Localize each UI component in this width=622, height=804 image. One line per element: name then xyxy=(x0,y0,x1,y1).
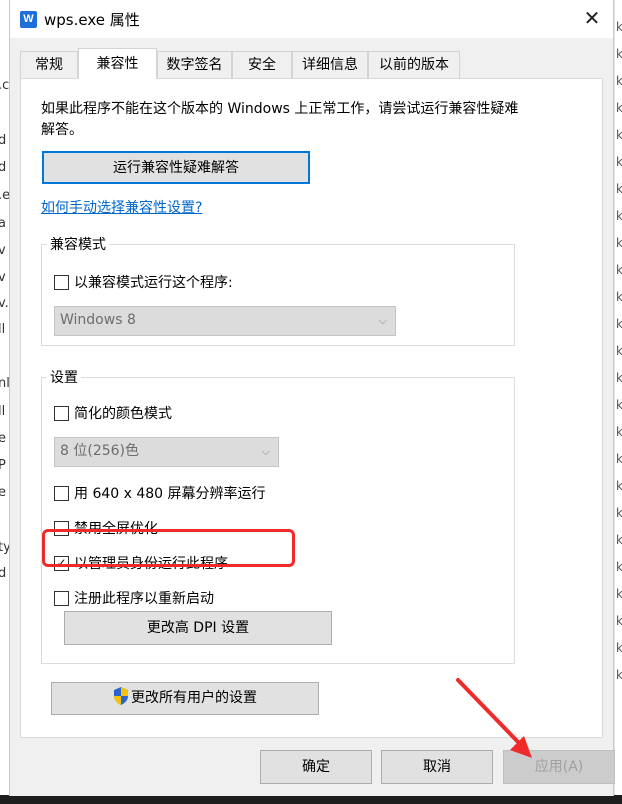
wps-app-icon: W xyxy=(20,11,37,28)
compat-mode-checkbox[interactable] xyxy=(54,275,69,290)
title-bar: W wps.exe 属性 ✕ xyxy=(10,0,613,38)
background-text-fragment: k xyxy=(616,47,622,61)
register-restart-checkbox[interactable] xyxy=(54,591,69,606)
background-text-fragment: k xyxy=(616,101,622,115)
uac-shield-icon xyxy=(114,687,128,705)
chevron-down-icon: ⌵ xyxy=(378,314,387,327)
background-text-fragment: ll xyxy=(0,322,6,337)
background-text-fragment: k xyxy=(616,20,622,34)
color-depth-select[interactable]: 8 位(256)色 ⌵ xyxy=(54,437,279,467)
background-text-fragment: k xyxy=(616,587,622,601)
background-text-fragment: k xyxy=(616,506,622,520)
background-text-fragment: k xyxy=(616,74,622,88)
compat-mode-group: 兼容模式 以兼容模式运行这个程序: Windows 8 ⌵ xyxy=(41,234,515,346)
compat-mode-label: 以兼容模式运行这个程序: xyxy=(74,275,233,291)
admin-option-highlight xyxy=(42,529,295,567)
background-text-fragment: k xyxy=(616,371,622,385)
background-text-fragment: k xyxy=(616,155,622,169)
res-640-checkbox[interactable] xyxy=(54,486,69,501)
chevron-down-icon: ⌵ xyxy=(261,445,270,458)
close-button[interactable]: ✕ xyxy=(576,6,608,32)
background-text-fragment: d xyxy=(0,133,7,148)
background-text-fragment: k xyxy=(616,668,622,682)
background-text-fragment: k xyxy=(616,236,622,250)
background-text-fragment: k xyxy=(616,533,622,547)
res-640-label: 用 640 x 480 屏幕分辨率运行 xyxy=(74,486,266,502)
background-text-fragment: .e xyxy=(0,188,9,203)
tab-general[interactable]: 常规 xyxy=(20,51,78,78)
intro-text: 如果此程序不能在这个版本的 Windows 上正常工作，请尝试运行兼容性疑难解答… xyxy=(41,101,519,138)
tab-security[interactable]: 安全 xyxy=(232,51,292,78)
taskbar-strip xyxy=(0,795,622,804)
reduced-color-checkbox[interactable] xyxy=(54,406,69,421)
run-troubleshooter-button[interactable]: 运行兼容性疑难解答 xyxy=(42,151,310,184)
background-text-fragment: ty xyxy=(0,540,9,555)
background-text-fragment: k xyxy=(616,614,622,628)
os-version-select[interactable]: Windows 8 ⌵ xyxy=(54,306,396,336)
background-text-fragment: k xyxy=(616,560,622,574)
background-text-fragment: k xyxy=(616,398,622,412)
background-text-fragment: e xyxy=(0,431,6,446)
background-text-fragment: e xyxy=(0,485,6,500)
compatibility-panel: 如果此程序不能在这个版本的 Windows 上正常工作，请尝试运行兼容性疑难解答… xyxy=(20,78,603,738)
window-title: wps.exe 属性 xyxy=(44,11,140,29)
tab-details[interactable]: 详细信息 xyxy=(292,51,368,78)
background-text-fragment: d xyxy=(0,566,7,581)
background-text-fragment: v xyxy=(0,270,6,285)
background-text-fragment: v xyxy=(0,243,6,258)
background-text-fragment: k xyxy=(616,263,622,277)
background-text-fragment: k xyxy=(616,344,622,358)
tab-compatibility[interactable]: 兼容性 xyxy=(78,48,157,79)
settings-legend: 设置 xyxy=(50,370,78,386)
background-text-fragment: k xyxy=(616,128,622,142)
background-text-fragment: k xyxy=(616,479,622,493)
manual-settings-link[interactable]: 如何手动选择兼容性设置? xyxy=(41,197,202,217)
background-text-fragment: k xyxy=(616,425,622,439)
background-window-left: .cdd.eavvv.llnlllePetyd xyxy=(0,0,9,804)
tab-previous-versions[interactable]: 以前的版本 xyxy=(368,51,460,78)
background-text-fragment: ll xyxy=(0,404,6,419)
background-text-fragment: k xyxy=(616,290,622,304)
background-text-fragment: a xyxy=(0,216,6,231)
change-all-users-button[interactable]: 更改所有用户的设置 xyxy=(51,682,319,715)
background-text-fragment: k xyxy=(616,182,622,196)
change-high-dpi-button[interactable]: 更改高 DPI 设置 xyxy=(64,611,332,645)
background-window-right: kkkkkkkkkkkkkkkkkkkkkkkkk xyxy=(614,0,622,804)
ok-button[interactable]: 确定 xyxy=(260,750,372,784)
background-text-fragment: k xyxy=(616,209,622,223)
red-arrow-annotation xyxy=(456,678,532,758)
background-text-fragment: k xyxy=(616,641,622,655)
register-restart-label: 注册此程序以重新启动 xyxy=(74,591,214,607)
background-text-fragment: k xyxy=(616,317,622,331)
change-all-users-label: 更改所有用户的设置 xyxy=(131,690,257,706)
compat-mode-legend: 兼容模式 xyxy=(50,237,106,253)
os-version-value: Windows 8 xyxy=(60,312,136,328)
tab-strip: 常规 兼容性 数字签名 安全 详细信息 以前的版本 xyxy=(20,48,605,79)
background-text-fragment: nl xyxy=(0,376,9,391)
reduced-color-label: 简化的颜色模式 xyxy=(74,406,172,422)
background-text-fragment: .c xyxy=(0,78,9,93)
color-depth-value: 8 位(256)色 xyxy=(60,443,140,459)
background-text-fragment: d xyxy=(0,160,7,175)
tab-digital-signatures[interactable]: 数字签名 xyxy=(157,51,232,78)
background-text-fragment: P xyxy=(0,458,6,473)
background-text-fragment: k xyxy=(616,452,622,466)
background-text-fragment: v. xyxy=(0,296,9,311)
